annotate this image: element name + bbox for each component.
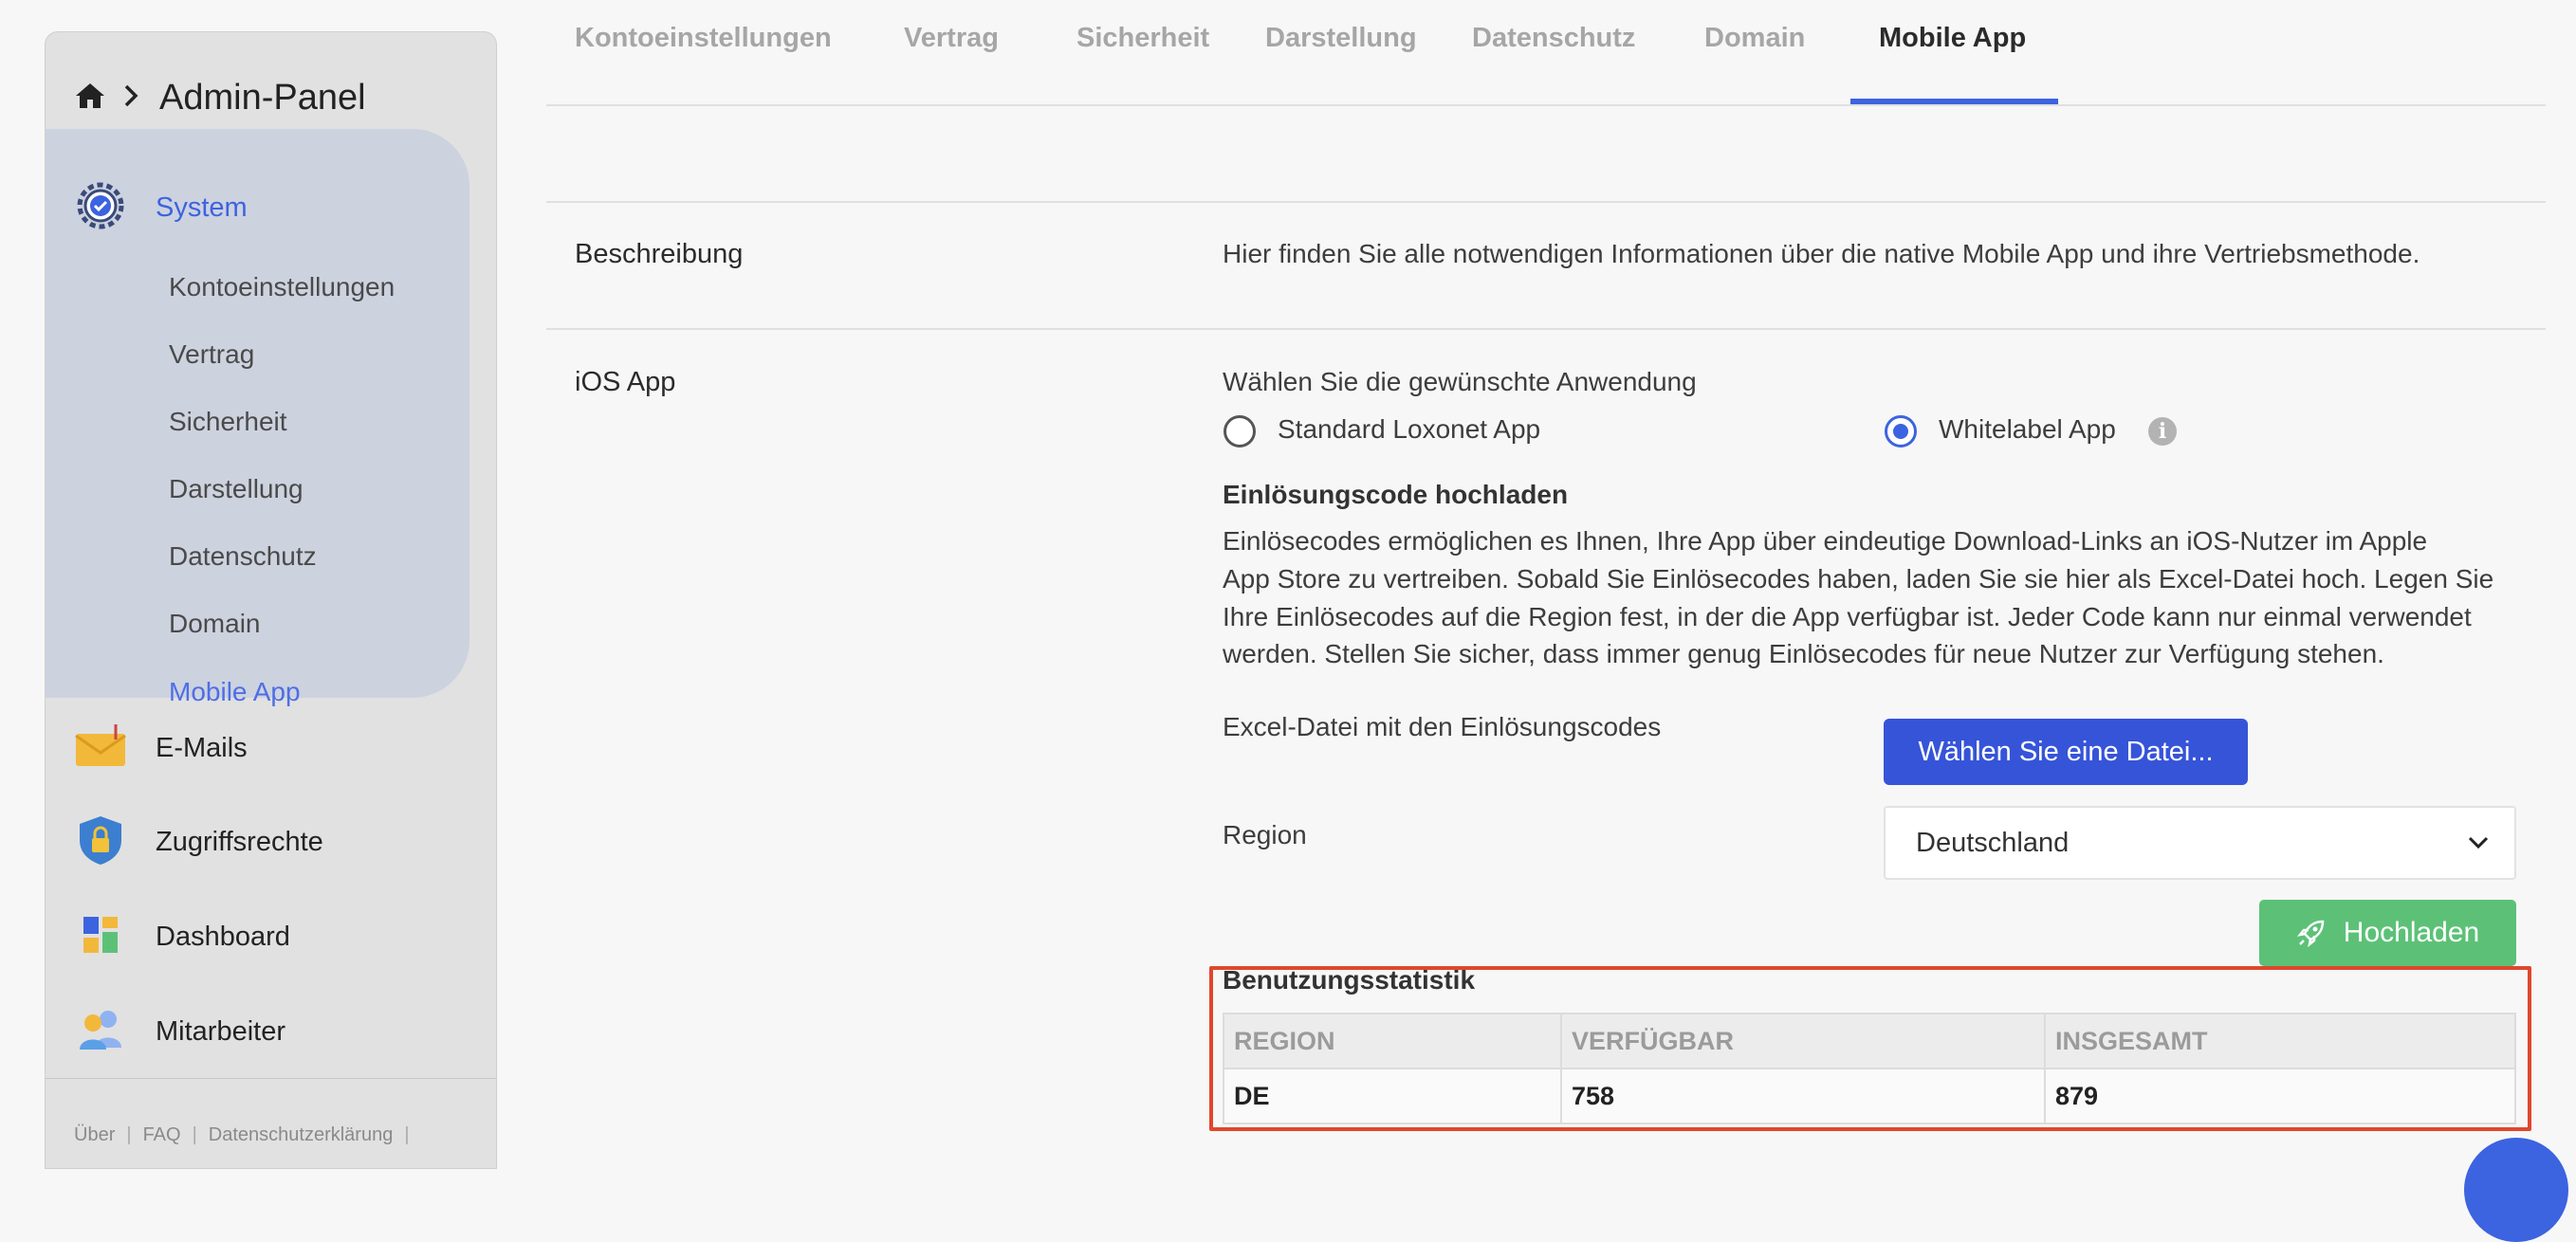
sidebar-sub-darstellung[interactable]: Darstellung	[169, 470, 304, 508]
tab-darstellung[interactable]: Darstellung	[1265, 23, 1417, 54]
sidebar-item-label: System	[156, 192, 248, 223]
footer-link-ueber[interactable]: Über	[74, 1124, 115, 1145]
sidebar-item-label: Mitarbeiter	[156, 1015, 285, 1047]
sidebar-sub-datenschutz[interactable]: Datenschutz	[169, 538, 317, 575]
tab-datenschutz[interactable]: Datenschutz	[1472, 23, 1635, 54]
rocket-icon	[2296, 918, 2327, 948]
breadcrumb: Admin-Panel	[74, 74, 366, 121]
table-row: DE 758 879	[1223, 1068, 2516, 1124]
sidebar-sub-vertrag[interactable]: Vertrag	[169, 336, 254, 374]
footer-link-faq[interactable]: FAQ	[143, 1124, 181, 1145]
users-icon	[74, 1006, 127, 1058]
sidebar-item-label: E-Mails	[156, 732, 248, 763]
shield-lock-icon	[74, 813, 127, 871]
system-group: System Kontoeinstellungen Vertrag Sicher…	[46, 129, 469, 706]
divider	[546, 201, 2546, 203]
sidebar-sub-sicherheit[interactable]: Sicherheit	[169, 403, 287, 441]
sidebar-sub-mobile-app[interactable]: Mobile App	[169, 673, 301, 711]
column-header-insgesamt: INSGESAMT	[2044, 1013, 2516, 1069]
tab-domain[interactable]: Domain	[1704, 23, 1805, 54]
sidebar-item-mitarbeiter[interactable]: Mitarbeiter	[74, 1005, 285, 1058]
choose-app-text: Wählen Sie die gewünschte Anwendung	[1223, 367, 1697, 396]
redeem-paragraph-line-2: App Store zu vertreiben. Sobald Sie Einl…	[1223, 564, 2494, 594]
redeem-title: Einlösungscode hochladen	[1223, 480, 1569, 509]
cell-verfuegbar: 758	[1560, 1068, 2046, 1124]
sidebar-item-label: Dashboard	[156, 921, 290, 952]
sidebar-footer: Über | FAQ | Datenschutzerklärung |	[46, 1078, 496, 1146]
radio-standard-app[interactable]	[1224, 415, 1256, 447]
active-tab-indicator	[1850, 99, 2058, 104]
gear-check-icon	[74, 179, 127, 237]
sidebar-item-zugriffsrechte[interactable]: Zugriffsrechte	[74, 815, 323, 868]
tab-bar: Kontoeinstellungen Vertrag Sicherheit Da…	[546, 0, 2546, 106]
sidebar-sub-domain[interactable]: Domain	[169, 605, 260, 643]
redeem-paragraph-line-4: werden. Stellen Sie sicher, dass immer g…	[1223, 639, 2384, 668]
chat-launcher-button[interactable]	[2464, 1138, 2568, 1242]
description-label: Beschreibung	[575, 239, 744, 269]
redeem-paragraph-line-3: Ihre Einlösecodes auf die Region fest, i…	[1223, 602, 2472, 631]
sidebar-item-dashboard[interactable]: Dashboard	[74, 910, 290, 963]
description-text: Hier finden Sie alle notwendigen Informa…	[1223, 239, 2420, 268]
divider	[546, 328, 2546, 330]
tab-sicherheit[interactable]: Sicherheit	[1076, 23, 1209, 54]
column-header-region: REGION	[1223, 1013, 1562, 1069]
region-select[interactable]: Deutschland	[1884, 806, 2516, 880]
sidebar-sub-kontoeinstellungen[interactable]: Kontoeinstellungen	[169, 268, 395, 306]
tab-kontoeinstellungen[interactable]: Kontoeinstellungen	[575, 23, 832, 54]
ios-app-label: iOS App	[575, 367, 676, 397]
envelope-icon	[74, 722, 127, 775]
home-icon[interactable]	[74, 82, 106, 115]
radio-whitelabel-app-label[interactable]: Whitelabel App	[1939, 411, 2116, 448]
radio-whitelabel-app[interactable]	[1885, 415, 1917, 447]
region-label: Region	[1223, 820, 1307, 849]
upload-button[interactable]: Hochladen	[2259, 900, 2516, 966]
sidebar-item-label: Zugriffsrechte	[156, 826, 323, 857]
redeem-paragraph-line-1: Einlösecodes ermöglichen es Ihnen, Ihre …	[1223, 526, 2428, 556]
chevron-down-icon	[2467, 808, 2490, 904]
page-title: Admin-Panel	[159, 77, 366, 118]
footer-link-datenschutz[interactable]: Datenschutzerklärung	[209, 1124, 394, 1145]
region-select-value: Deutschland	[1916, 828, 2070, 858]
info-icon[interactable]: i	[2148, 417, 2177, 446]
sidebar: Admin-Panel System Kontoeinstellungen Ve…	[45, 31, 497, 1169]
upload-button-label: Hochladen	[2343, 917, 2480, 948]
cell-insgesamt: 879	[2044, 1068, 2516, 1124]
usage-stats-table: REGION VERFÜGBAR INSGESAMT DE 758 879	[1223, 1013, 2516, 1124]
sidebar-item-system[interactable]: System	[74, 181, 248, 234]
cell-region: DE	[1223, 1068, 1562, 1124]
tab-vertrag[interactable]: Vertrag	[904, 23, 999, 54]
choose-file-button[interactable]: Wählen Sie eine Datei...	[1884, 719, 2248, 785]
chevron-right-icon	[123, 83, 138, 113]
usage-stats-title: Benutzungsstatistik	[1223, 965, 1476, 995]
radio-standard-app-label[interactable]: Standard Loxonet App	[1278, 411, 1540, 448]
sidebar-item-emails[interactable]: E-Mails	[74, 721, 248, 775]
excel-file-label: Excel-Datei mit den Einlösungscodes	[1223, 712, 1662, 741]
dashboard-icon	[74, 911, 127, 963]
column-header-verfuegbar: VERFÜGBAR	[1560, 1013, 2046, 1069]
tab-mobile-app[interactable]: Mobile App	[1879, 23, 2026, 54]
